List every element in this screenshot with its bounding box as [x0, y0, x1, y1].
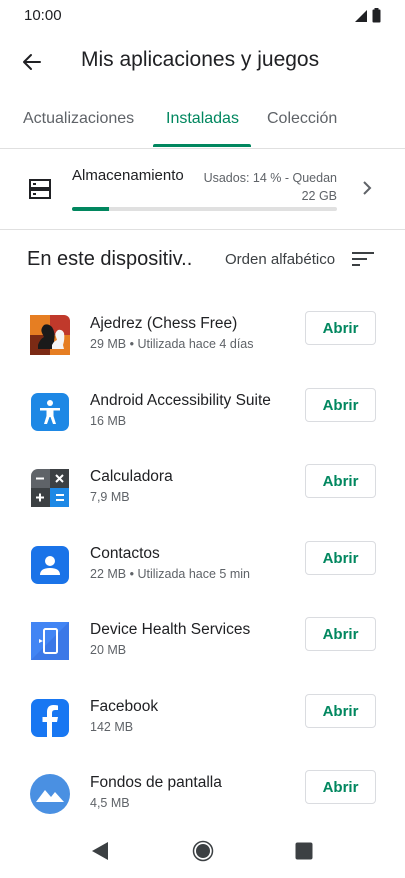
app-name: Contactos [90, 545, 160, 562]
list-item[interactable]: Ajedrez (Chess Free) 29 MB • Utilizada h… [0, 311, 405, 391]
app-meta: 7,9 MB [90, 490, 130, 504]
app-meta: 22 MB • Utilizada hace 5 min [90, 567, 251, 581]
list-item[interactable]: Android Accessibility Suite 16 MB Abrir [0, 388, 405, 468]
storage-usage-line1: Usados: 14 % - Quedan [203, 171, 337, 185]
battery-icon [372, 8, 381, 23]
accessibility-icon [31, 393, 69, 431]
system-nav-bar [0, 820, 405, 878]
app-meta: 142 MB [90, 720, 134, 734]
facebook-icon [31, 699, 69, 737]
status-icons [354, 8, 381, 23]
open-button[interactable]: Abrir [305, 464, 376, 498]
open-button[interactable]: Abrir [305, 388, 376, 422]
tab-installed[interactable]: Instaladas [166, 110, 239, 128]
list-item[interactable]: Facebook 142 MB Abrir [0, 694, 405, 774]
app-name: Ajedrez (Chess Free) [90, 315, 238, 332]
app-meta: 29 MB • Utilizada hace 4 días [90, 337, 254, 351]
status-time: 10:00 [24, 7, 62, 24]
app-name: Calculadora [90, 468, 173, 485]
storage-progress-bar [72, 207, 337, 211]
storage-usage-line2: 22 GB [301, 189, 337, 203]
signal-icon [355, 9, 367, 22]
open-button[interactable]: Abrir [305, 311, 376, 345]
contacts-icon [31, 546, 69, 584]
nav-home-icon[interactable] [192, 840, 214, 862]
app-meta: 16 MB [90, 414, 127, 428]
list-item[interactable]: Contactos 22 MB • Utilizada hace 5 min A… [0, 541, 405, 621]
app-name: Android Accessibility Suite [90, 392, 271, 409]
nav-recents-icon[interactable] [295, 842, 313, 860]
app-name: Facebook [90, 698, 159, 715]
open-button[interactable]: Abrir [305, 770, 376, 804]
open-button[interactable]: Abrir [305, 617, 376, 651]
back-button[interactable] [16, 46, 48, 78]
chess-icon [30, 315, 70, 355]
app-meta: 20 MB [90, 643, 127, 657]
open-button[interactable]: Abrir [305, 694, 376, 728]
open-button[interactable]: Abrir [305, 541, 376, 575]
list-item[interactable]: Calculadora 7,9 MB Abrir [0, 464, 405, 544]
tab-bar: Actualizaciones Instaladas Colección [0, 100, 405, 149]
tab-collection[interactable]: Colección [267, 110, 337, 128]
page-title: Mis aplicaciones y juegos [81, 48, 320, 71]
app-name: Fondos de pantalla [90, 774, 222, 791]
app-meta: 4,5 MB [90, 796, 130, 810]
storage-row[interactable]: Almacenamiento Usados: 14 % - Quedan 22 … [0, 149, 405, 230]
chevron-right-icon [363, 181, 372, 195]
section-title: En este dispositiv.. [27, 248, 193, 270]
wallpapers-icon [30, 774, 70, 814]
storage-title: Almacenamiento [72, 167, 184, 184]
app-name: Device Health Services [90, 621, 251, 638]
arrow-back-icon [23, 54, 41, 70]
sort-button[interactable]: Orden alfabético [225, 251, 335, 268]
sort-icon[interactable] [352, 249, 374, 269]
tab-updates[interactable]: Actualizaciones [23, 110, 134, 128]
nav-back-icon[interactable] [91, 841, 109, 861]
list-item[interactable]: Device Health Services 20 MB Abrir [0, 617, 405, 697]
storage-progress-fill [72, 207, 110, 211]
active-tab-indicator [153, 144, 251, 147]
storage-icon [29, 179, 51, 199]
device-health-icon [31, 622, 69, 660]
storage-usage: Usados: 14 % - Quedan 22 GB [187, 169, 337, 205]
calculator-icon [31, 469, 69, 507]
